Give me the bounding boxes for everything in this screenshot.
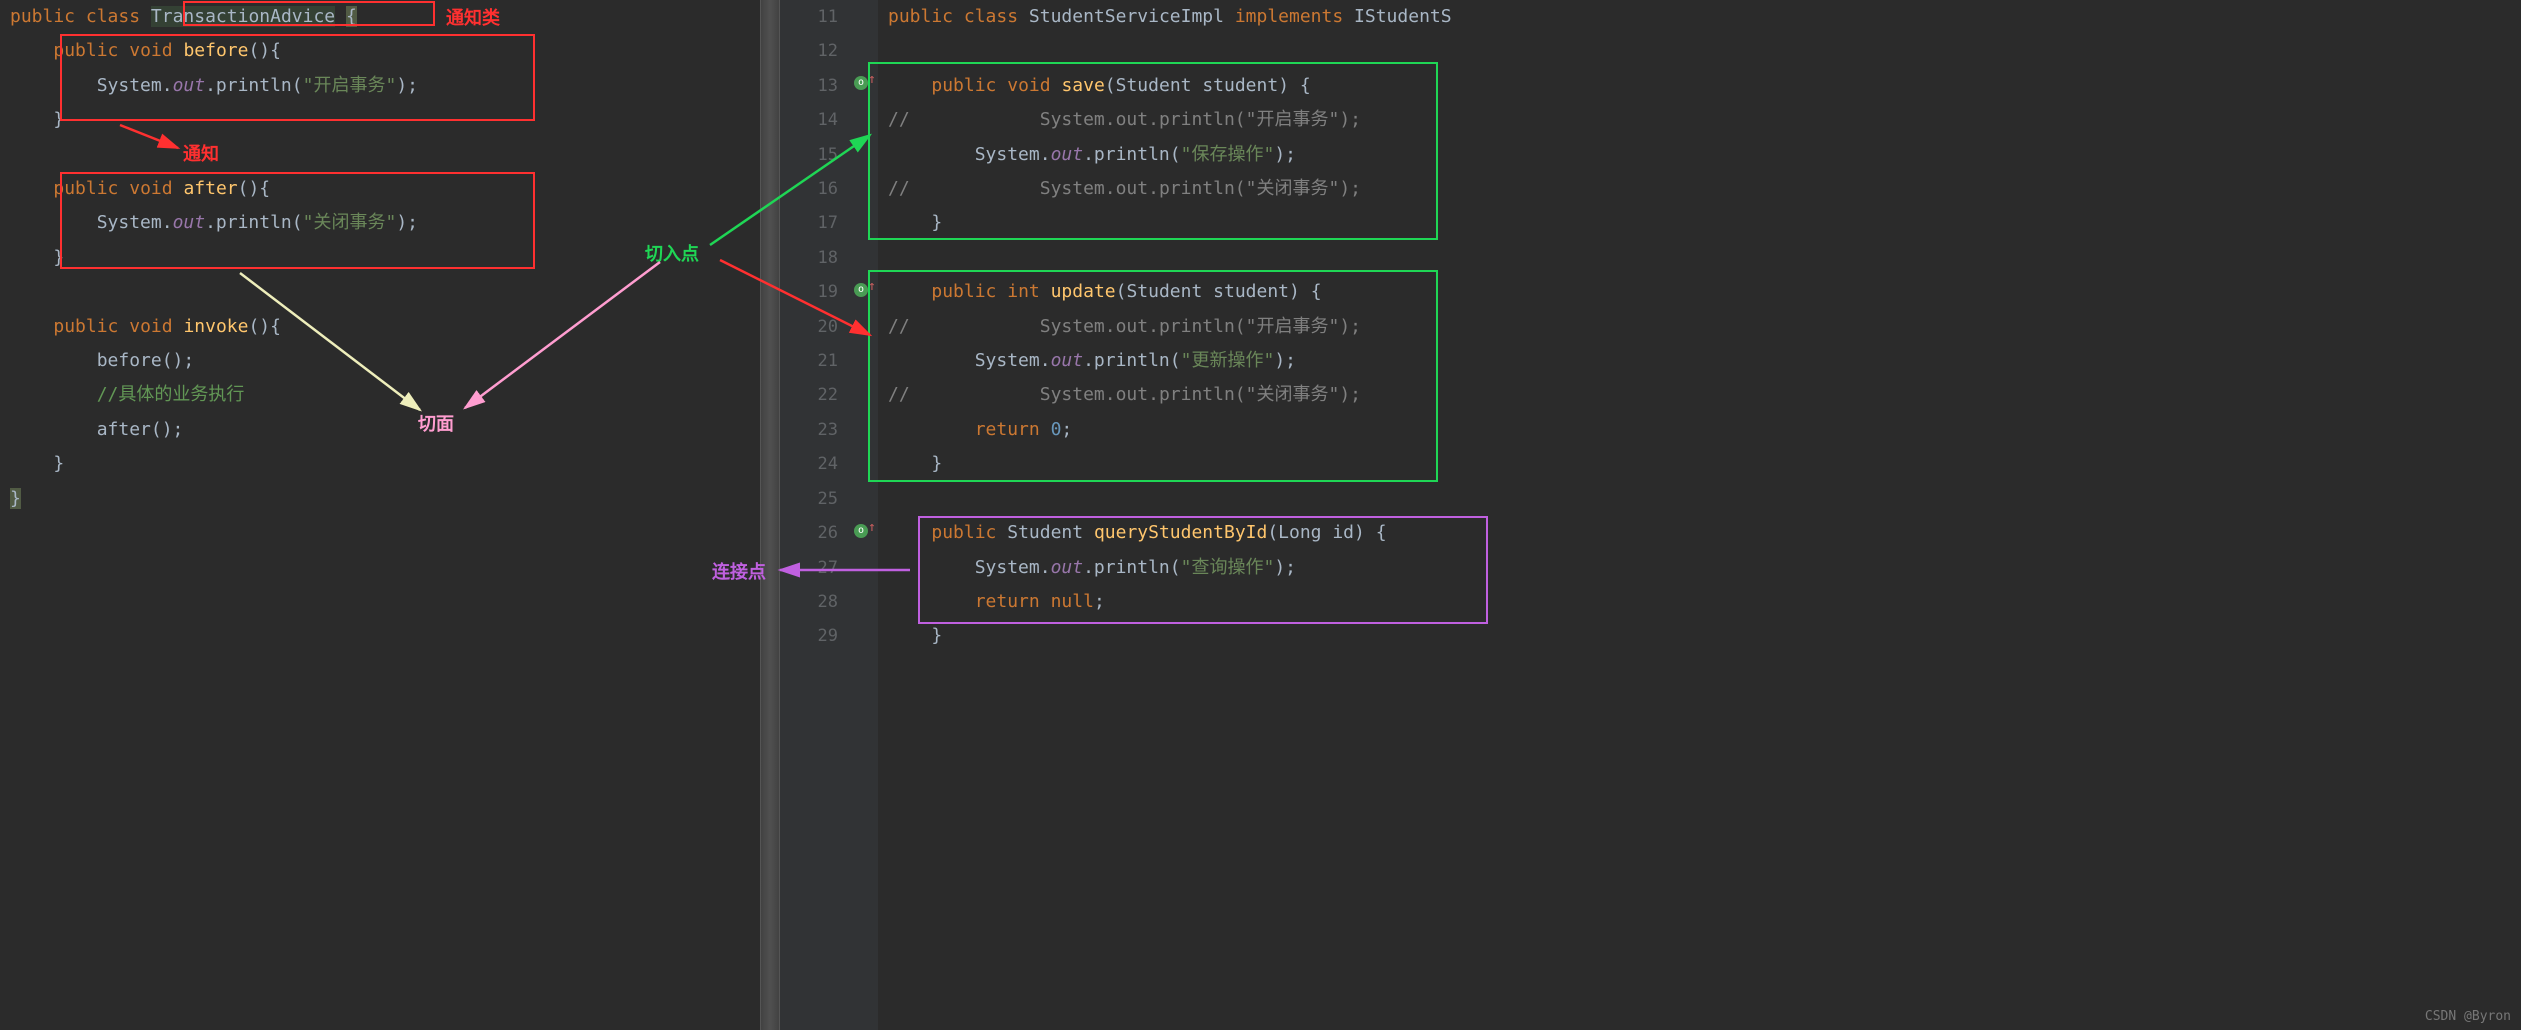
line-number: 29 (780, 619, 838, 653)
right-editor-pane: 11 12 13 14 15 16 17 18 19 20 21 22 23 2… (780, 0, 2521, 1030)
right-code-area[interactable]: public class StudentServiceImpl implemen… (878, 0, 2521, 1030)
line-number: 28 (780, 585, 838, 619)
class-name: TransactionAdvice (151, 6, 335, 27)
up-arrow-icon: ↑ (868, 72, 876, 87)
method-query: queryStudentById (1094, 522, 1267, 543)
line-number: 25 (780, 482, 838, 516)
line-number: 27 (780, 551, 838, 585)
line-number: 20 (780, 310, 838, 344)
line-number: 14 (780, 103, 838, 137)
line-number: 23 (780, 413, 838, 447)
line-number: 18 (780, 241, 838, 275)
line-number: 11 (780, 0, 838, 34)
line-number: 12 (780, 34, 838, 68)
line-number: 22 (780, 378, 838, 412)
override-icon[interactable]: o (854, 524, 868, 538)
gutter-icons: o ↑ o ↑ o ↑ (850, 0, 878, 1030)
class-name: StudentServiceImpl (1029, 6, 1224, 27)
label-advice-class: 通知类 (446, 4, 500, 30)
kw-public: public (10, 6, 75, 27)
method-update: update (1051, 281, 1116, 302)
method-save: save (1061, 75, 1104, 96)
line-number: 19 (780, 275, 838, 309)
split-divider[interactable] (760, 0, 780, 1030)
method-before: before (183, 40, 248, 61)
line-number: 13 (780, 69, 838, 103)
line-number: 16 (780, 172, 838, 206)
line-number: 24 (780, 447, 838, 481)
line-number: 15 (780, 138, 838, 172)
label-pointcut: 切入点 (645, 240, 699, 266)
left-editor-pane: public class TransactionAdvice { public … (0, 0, 760, 1030)
kw-class: class (86, 6, 140, 27)
line-number-gutter: 11 12 13 14 15 16 17 18 19 20 21 22 23 2… (780, 0, 850, 1030)
up-arrow-icon: ↑ (868, 279, 876, 294)
right-code[interactable]: public class StudentServiceImpl implemen… (888, 0, 2521, 654)
brace: { (346, 6, 357, 27)
line-number: 21 (780, 344, 838, 378)
method-invoke: invoke (183, 316, 248, 337)
line-number: 26 (780, 516, 838, 550)
label-aspect: 切面 (418, 410, 454, 436)
watermark: CSDN @Byron (2425, 1009, 2511, 1024)
label-joinpoint: 连接点 (712, 558, 766, 584)
override-icon[interactable]: o (854, 76, 868, 90)
line-number: 17 (780, 206, 838, 240)
up-arrow-icon: ↑ (868, 520, 876, 535)
comment: //具体的业务执行 (97, 384, 245, 405)
override-icon[interactable]: o (854, 283, 868, 297)
label-advice: 通知 (183, 140, 219, 166)
method-after: after (183, 178, 237, 199)
left-code[interactable]: public class TransactionAdvice { public … (10, 0, 750, 516)
